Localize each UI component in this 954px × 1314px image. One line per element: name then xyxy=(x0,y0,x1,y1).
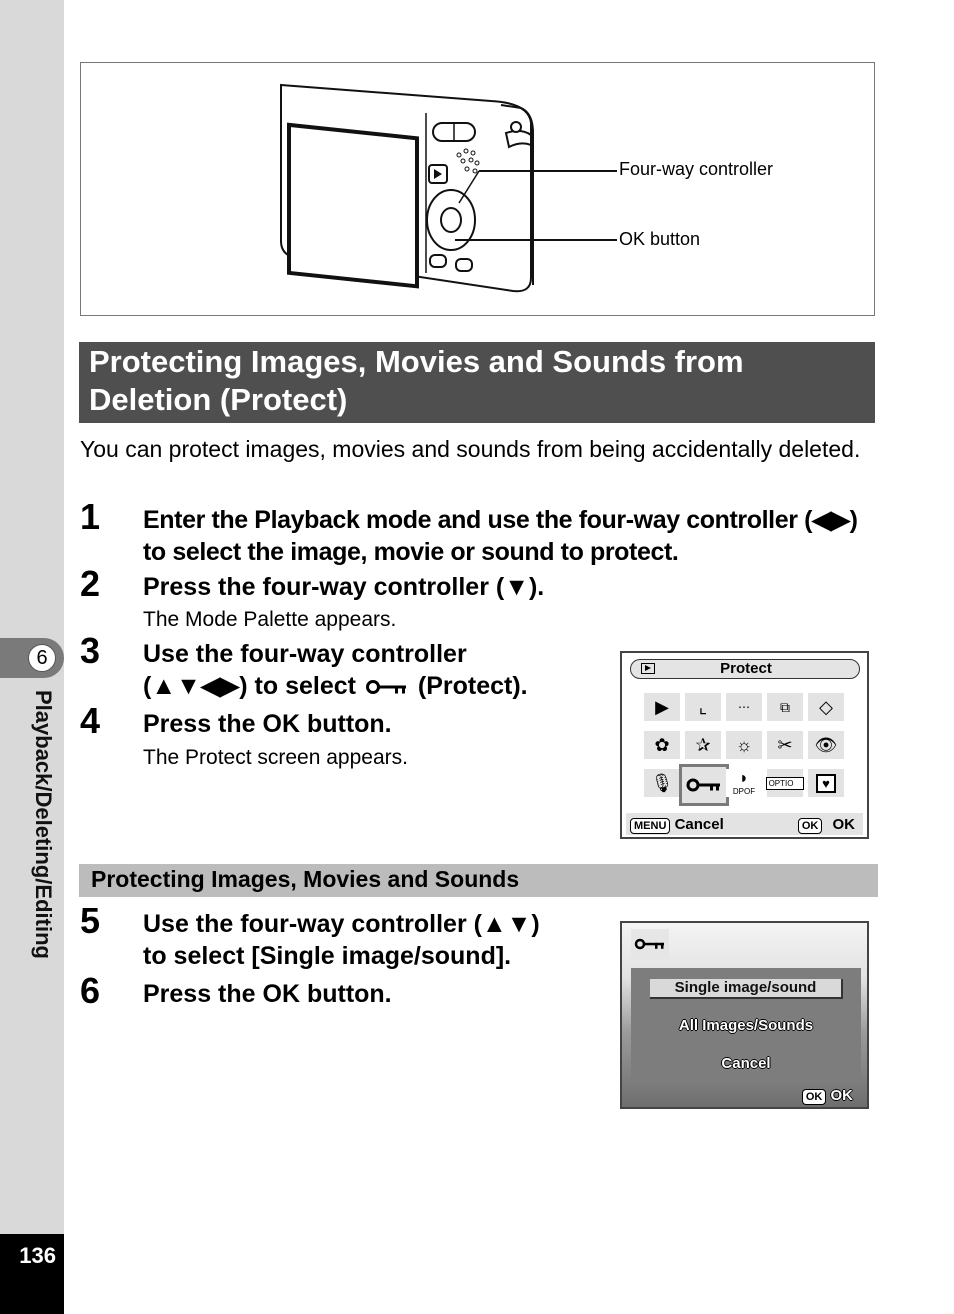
step-text-5a: Use the four-way controller (▲▼) xyxy=(143,910,540,938)
step-text-6: Press the OK button. xyxy=(143,980,392,1008)
step-number-5: 5 xyxy=(80,900,101,941)
palette-dpof-icon[interactable]: ◗ DPOF xyxy=(726,769,762,797)
subsection-title: Protecting Images, Movies and Sounds xyxy=(79,864,878,897)
protect-key-icon xyxy=(365,680,406,695)
menu-key: MENU xyxy=(630,818,671,834)
palette-frame-composite-icon[interactable]: ✿ xyxy=(644,731,680,759)
camera-figure xyxy=(80,62,875,316)
ok-label: OK xyxy=(832,816,856,833)
step-text-3b-line: (▲▼◀▶) to select (Protect). xyxy=(143,670,528,702)
palette-resize-icon[interactable]: ⌞ xyxy=(685,693,721,721)
palette-playback-icon[interactable]: ▶ xyxy=(644,693,680,721)
step-number-4: 4 xyxy=(80,700,101,741)
ok-label: OK xyxy=(830,1087,854,1104)
step-text-3c: (Protect). xyxy=(417,672,528,700)
palette-image-copy-icon[interactable]: ⧉ xyxy=(767,693,803,721)
step-number-1: 1 xyxy=(80,496,101,537)
palette-favorite-heart-icon[interactable]: ♥ xyxy=(808,769,844,797)
callout-four-way-controller: Four-way controller xyxy=(619,159,774,179)
option-cancel[interactable]: Cancel xyxy=(631,1055,861,1072)
step-text-5b: to select [Single image/sound]. xyxy=(143,942,512,970)
protect-ok[interactable]: OK OK xyxy=(801,1087,854,1105)
chapter-title: Playback/Deleting/Editing xyxy=(31,690,56,959)
step-number-6: 6 xyxy=(80,970,101,1011)
step-number-3: 3 xyxy=(80,630,101,671)
dpof-label: DPOF xyxy=(732,786,756,796)
step-sub-4: The Protect screen appears. xyxy=(143,746,408,769)
protect-screen: Single image/sound All Images/Sounds Can… xyxy=(620,921,869,1109)
step-text-3b: (▲▼◀▶) to select xyxy=(143,672,356,700)
palette-cropping-icon[interactable]: ⋯ xyxy=(726,693,762,721)
palette-title: Protect xyxy=(720,660,772,677)
callout-ok-button: OK button xyxy=(619,229,701,249)
palette-footer: MENU Cancel OK OK xyxy=(626,813,863,835)
ok-key: OK xyxy=(797,818,823,834)
step-number-2: 2 xyxy=(80,563,101,604)
camera-illustration xyxy=(280,83,617,293)
option-all-images-sounds[interactable]: All Images/Sounds xyxy=(631,1017,861,1034)
palette-ok[interactable]: OK OK xyxy=(797,816,856,834)
step-text-3a: Use the four-way controller xyxy=(143,640,467,668)
protect-options-panel: Single image/sound All Images/Sounds Can… xyxy=(631,968,861,1084)
ok-key: OK xyxy=(801,1089,827,1105)
palette-cancel[interactable]: MENU Cancel xyxy=(630,816,724,834)
palette-brightness-filter-icon[interactable]: ☼ xyxy=(726,731,762,759)
camera-lcd xyxy=(287,122,419,289)
protect-key-icon-box xyxy=(631,929,669,959)
section-intro: You can protect images, movies and sound… xyxy=(80,436,861,462)
protect-key-icon xyxy=(634,938,664,950)
palette-rotate-icon[interactable]: ◇ xyxy=(808,693,844,721)
ok-button xyxy=(440,207,462,233)
chapter-sidebar xyxy=(0,0,64,1234)
mode-palette-screen: Protect ▶ ⌞ ⋯ ⧉ ◇ ✿ ✰ ☼ ✂ 👁 🎙 ◗ DPOF OPTI… xyxy=(620,651,869,839)
option-single-image-sound[interactable]: Single image/sound xyxy=(650,979,843,999)
page-number: 136 xyxy=(19,1243,56,1268)
step-text-4: Press the OK button. xyxy=(143,710,392,738)
chapter-number: 6 xyxy=(28,644,56,672)
palette-movie-edit-icon[interactable]: ✂ xyxy=(767,731,803,759)
step-text-2: Press the four-way controller (▼). xyxy=(143,573,545,601)
step-sub-2: The Mode Palette appears. xyxy=(143,608,397,631)
palette-start-up-screen-icon[interactable]: OPTIO xyxy=(765,769,805,797)
step-text-1: Enter the Playback mode and use the four… xyxy=(143,506,858,566)
palette-red-eye-icon[interactable]: 👁 xyxy=(808,731,844,759)
cancel-label: Cancel xyxy=(674,816,724,833)
section-title: Protecting Images, Movies and Sounds fro… xyxy=(79,342,875,423)
palette-protect-key-icon[interactable] xyxy=(679,764,729,806)
palette-digital-filter-icon[interactable]: ✰ xyxy=(685,731,721,759)
palette-title-bar: Protect xyxy=(630,659,860,679)
palette-voice-memo-icon[interactable]: 🎙 xyxy=(644,769,680,797)
